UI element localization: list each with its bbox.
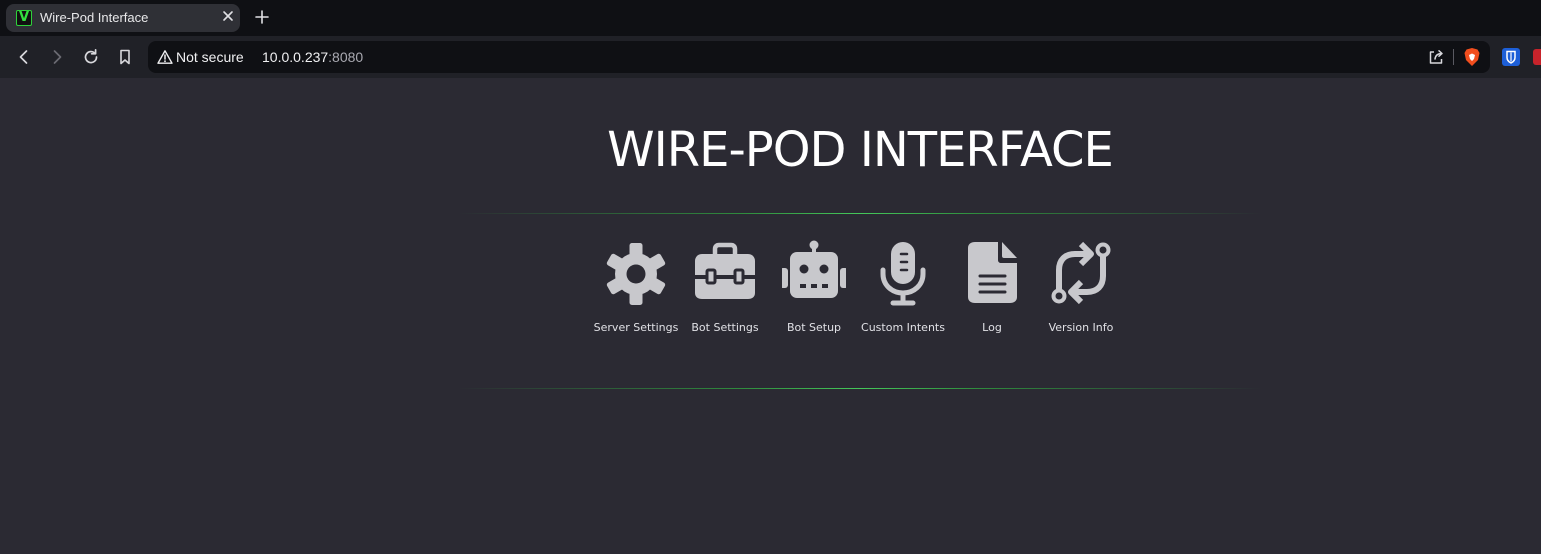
menu-label: Log	[982, 321, 1002, 334]
bitwarden-icon[interactable]	[1502, 48, 1520, 66]
bot-settings-button[interactable]: Bot Settings	[677, 240, 773, 340]
microphone-icon	[880, 242, 926, 306]
new-tab-icon[interactable]	[253, 8, 271, 26]
bot-setup-button[interactable]: Bot Setup	[766, 240, 862, 340]
close-tab-icon[interactable]	[220, 8, 236, 24]
gear-icon	[606, 243, 666, 305]
file-icon	[968, 242, 1017, 303]
extension-icon[interactable]	[1533, 49, 1541, 65]
menu-label: Bot Setup	[786, 321, 842, 334]
url-port: :8080	[328, 49, 364, 65]
server-settings-button[interactable]: Server Settings	[588, 240, 684, 340]
robot-icon	[782, 240, 846, 298]
top-divider	[458, 213, 1262, 214]
forward-icon[interactable]	[47, 47, 67, 67]
address-bar-divider	[1453, 49, 1454, 65]
warning-icon[interactable]	[157, 49, 173, 65]
share-icon[interactable]	[1427, 48, 1445, 66]
favicon-icon: V	[16, 10, 32, 26]
browser-toolbar: Not secure 10.0.0.237:8080	[0, 36, 1541, 78]
tab-title: Wire-Pod Interface	[40, 10, 149, 25]
bottom-divider	[458, 388, 1262, 389]
menu-label: Custom Intents	[861, 321, 945, 334]
tab-strip: V Wire-Pod Interface	[0, 0, 1541, 36]
back-icon[interactable]	[14, 47, 34, 67]
browser-tab[interactable]: V Wire-Pod Interface	[6, 4, 240, 32]
log-button[interactable]: Log	[944, 240, 1040, 340]
security-status[interactable]: Not secure	[176, 49, 244, 65]
version-info-button[interactable]: Version Info	[1033, 240, 1129, 340]
page-title: WIRE-POD INTERFACE	[607, 122, 1114, 178]
bookmark-icon[interactable]	[115, 47, 135, 67]
reload-icon[interactable]	[81, 47, 101, 67]
menu-label: Bot Settings	[691, 321, 759, 334]
custom-intents-button[interactable]: Custom Intents	[855, 240, 951, 340]
url-host: 10.0.0.237	[262, 49, 329, 65]
address-bar[interactable]: Not secure 10.0.0.237:8080	[148, 41, 1490, 73]
sync-arrows-icon	[1051, 241, 1111, 305]
brave-shield-icon[interactable]	[1463, 47, 1481, 67]
menu-label: Server Settings	[593, 321, 679, 334]
toolbox-icon	[695, 242, 755, 299]
url-text[interactable]: 10.0.0.237:8080	[262, 49, 363, 65]
page-content: WIRE-POD INTERFACE Server Settings Bot S…	[0, 78, 1541, 554]
menu-label: Version Info	[1048, 321, 1114, 334]
